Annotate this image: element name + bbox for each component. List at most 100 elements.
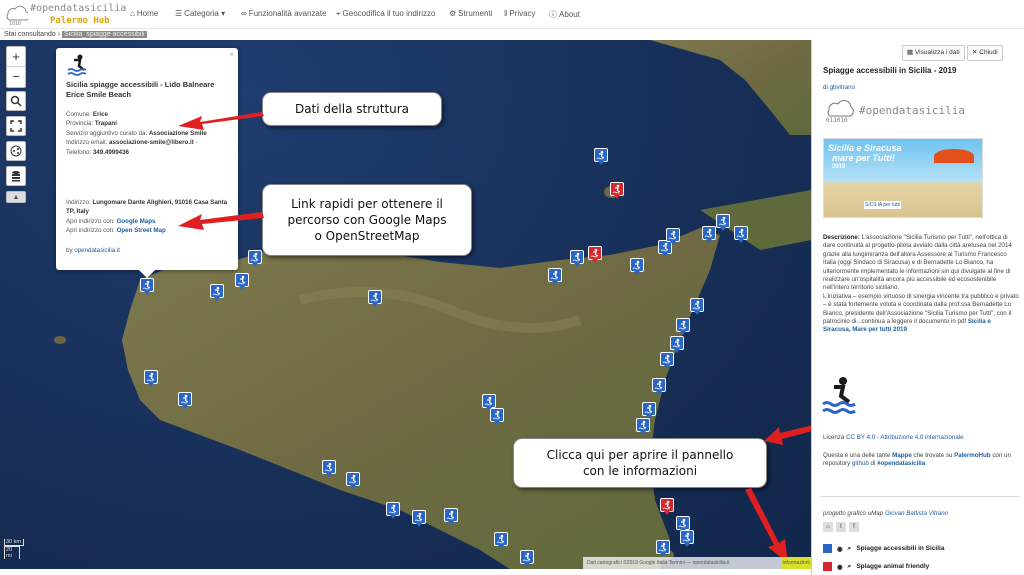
- beach-pin[interactable]: [144, 370, 158, 387]
- beach-pin[interactable]: [140, 278, 154, 295]
- layers-button[interactable]: [6, 166, 26, 186]
- label: Comune:: [66, 111, 92, 118]
- beach-pin[interactable]: [444, 508, 458, 525]
- search-button[interactable]: [6, 91, 26, 111]
- beach-pin[interactable]: [346, 472, 360, 489]
- nav-strumenti-label: Strumenti: [458, 9, 493, 18]
- text: repository: [823, 460, 851, 468]
- author-link[interactable]: gbvitrano: [830, 84, 855, 91]
- cloud-binary-icon: 1010: [6, 5, 28, 26]
- caret-down-icon: ▾: [221, 9, 226, 18]
- nav-home[interactable]: ⌂ Home: [130, 9, 158, 18]
- site-logo[interactable]: 1010 #opendatasicilia Palermo Hub: [4, 2, 127, 28]
- beach-pin[interactable]: [676, 318, 690, 335]
- beach-pin[interactable]: [548, 268, 562, 285]
- github-link[interactable]: github: [852, 460, 869, 467]
- breadcrumb-current[interactable]: Sicilia_spiagge accessibili: [62, 31, 147, 38]
- credit-link[interactable]: opendatasicilia.it: [74, 247, 120, 254]
- beach-pin[interactable]: [412, 510, 426, 527]
- caret-up-icon: ▲: [12, 193, 20, 201]
- close-icon[interactable]: ×: [229, 50, 234, 59]
- svg-text:1010: 1010: [9, 21, 21, 26]
- author-link[interactable]: Giovan Battista Vitrano: [885, 510, 948, 517]
- beach-pin[interactable]: [680, 530, 694, 547]
- animal-pin[interactable]: [588, 246, 602, 263]
- attribution-text: Dati cartografici ©2019 Google Italia Te…: [587, 560, 730, 566]
- beach-pin[interactable]: [670, 336, 684, 353]
- callout-text: o OpenStreetMap: [314, 229, 420, 243]
- accessible-beach-icon: [67, 54, 87, 76]
- beach-pin[interactable]: [248, 250, 262, 267]
- animal-pin[interactable]: [660, 498, 674, 515]
- beach-pin[interactable]: [666, 228, 680, 245]
- beach-pin[interactable]: [178, 392, 192, 409]
- beach-pin[interactable]: [210, 284, 224, 301]
- callout-text: Dati della struttura: [294, 102, 410, 116]
- layer-row-2[interactable]: ◉ ⌕ Spiagge animal friendly: [823, 562, 929, 571]
- beach-pin[interactable]: [594, 148, 608, 165]
- callout-clicca: Clicca qui per aprire il pannello con le…: [513, 438, 767, 488]
- zoom-out-button[interactable]: −: [7, 67, 25, 87]
- layer-color-swatch: [823, 544, 832, 553]
- beach-pin[interactable]: [642, 402, 656, 419]
- beach-pin[interactable]: [656, 540, 670, 557]
- info-panel-toggle[interactable]: Informazioni: [781, 557, 811, 569]
- beach-pin[interactable]: [660, 352, 674, 369]
- share-button[interactable]: [6, 141, 26, 161]
- mappe-link[interactable]: Mappe: [892, 452, 912, 459]
- nav-about[interactable]: ⓘ About: [549, 9, 580, 20]
- google-maps-link[interactable]: Google Maps: [117, 218, 156, 225]
- search-icon[interactable]: ⌕: [848, 545, 852, 553]
- license-row: Licenza CC BY 4.0 - Attribuzione 4.0 int…: [823, 434, 964, 442]
- popup-credit: by opendatasicilia.it: [66, 247, 120, 254]
- search-icon[interactable]: ⌕: [848, 563, 852, 571]
- layer-row-1[interactable]: ◉ ⌕ Spiagge accessibili in Sicilia: [823, 544, 944, 553]
- openstreetmap-link[interactable]: Open Street Map: [117, 227, 166, 234]
- beach-pin[interactable]: [386, 502, 400, 519]
- beach-pin[interactable]: [636, 418, 650, 435]
- beach-pin[interactable]: [734, 226, 748, 243]
- eye-icon[interactable]: ◉: [837, 563, 843, 571]
- view-data-button[interactable]: ▦ Visualizza i dati: [902, 45, 965, 61]
- expand-controls-button[interactable]: ▲: [6, 191, 26, 203]
- beach-pin[interactable]: [702, 226, 716, 243]
- nav-funzionalita[interactable]: ∞ Funzionalità avanzate: [241, 9, 327, 18]
- beach-pin[interactable]: [490, 408, 504, 425]
- beach-pin[interactable]: [322, 460, 336, 477]
- beach-pin[interactable]: [570, 250, 584, 267]
- opendatasicilia-link[interactable]: #opendatasicilia: [877, 460, 925, 467]
- logo-title: #opendatasicilia: [30, 3, 127, 14]
- search-icon: [10, 95, 22, 107]
- fullscreen-button[interactable]: [6, 116, 26, 136]
- info-icon: ⓘ: [549, 10, 557, 19]
- beach-pin[interactable]: [494, 532, 508, 549]
- nav-geocodifica[interactable]: ⌖ Geocodifica il tuo indirizzo: [336, 9, 435, 19]
- home-icon: ⌂: [130, 9, 135, 18]
- nav-strumenti[interactable]: ⚙ Strumenti: [449, 9, 492, 18]
- beach-pin[interactable]: [716, 214, 730, 231]
- poster-year: 2019: [832, 164, 846, 170]
- license-link[interactable]: CC BY 4.0 - Attribuzione 4.0 internazion…: [846, 434, 964, 441]
- zoom-in-button[interactable]: +: [7, 47, 25, 67]
- facebook-icon[interactable]: f: [849, 522, 859, 532]
- chevron-right-icon: ›: [57, 31, 61, 38]
- palermohub-link[interactable]: PalermoHub: [954, 452, 990, 459]
- panel-title: Spiagge accessibili in Sicilia - 2019: [823, 66, 957, 75]
- beach-pin[interactable]: [235, 273, 249, 290]
- animal-pin[interactable]: [610, 182, 624, 199]
- beach-pin[interactable]: [690, 298, 704, 315]
- beach-pin[interactable]: [652, 378, 666, 395]
- eye-icon[interactable]: ◉: [837, 545, 843, 553]
- beach-pin[interactable]: [520, 550, 534, 567]
- share-icon[interactable]: ⌂: [823, 522, 833, 532]
- beach-pin[interactable]: [676, 516, 690, 533]
- list-icon: ☰: [175, 9, 183, 18]
- beach-pin[interactable]: [368, 290, 382, 307]
- nav-privacy[interactable]: ‖ Privacy: [504, 9, 536, 18]
- close-panel-button[interactable]: ✕ Chiudi: [967, 45, 1003, 61]
- breadcrumb: Stai consultando › Sicilia_spiagge acces…: [4, 31, 147, 38]
- twitter-icon[interactable]: t: [836, 522, 846, 532]
- beach-pin[interactable]: [630, 258, 644, 275]
- beach-pin[interactable]: [482, 394, 496, 411]
- nav-categoria[interactable]: ☰ Categoria ▾: [175, 9, 225, 18]
